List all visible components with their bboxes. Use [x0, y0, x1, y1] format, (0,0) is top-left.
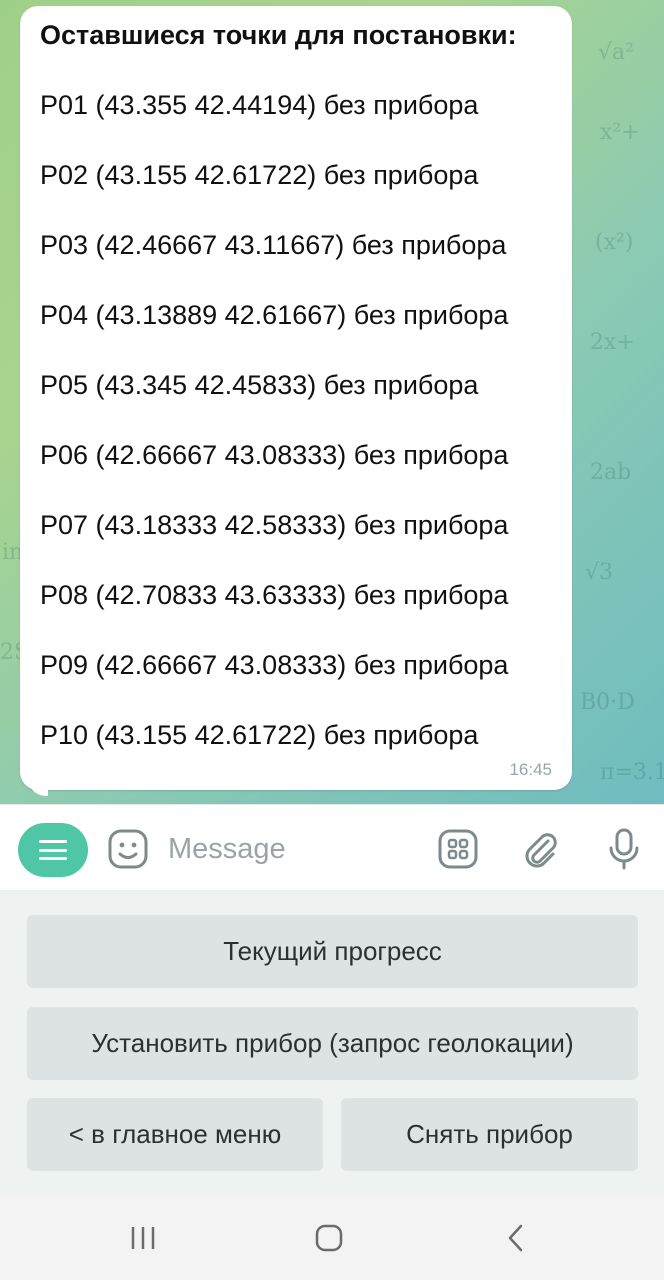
wallpaper-doodle: √a² — [598, 40, 634, 65]
main-menu-button[interactable]: < в главное меню — [27, 1098, 323, 1171]
point-line: P06 (42.66667 43.08333) без прибора — [40, 440, 509, 470]
chat-background: √a² x²+ (x²) 2x+ 2ab √3 B0·D π=3.14 im 2… — [0, 0, 664, 804]
point-line: P04 (43.13889 42.61667) без прибора — [40, 300, 509, 330]
back-icon — [508, 1224, 523, 1252]
bot-keyboard: Текущий прогресс Установить прибор (запр… — [0, 890, 664, 1196]
wallpaper-doodle: 2ab — [590, 460, 632, 485]
bubble-tail — [28, 776, 48, 796]
wallpaper-doodle: B0·D — [580, 690, 635, 715]
wallpaper-doodle: 2x+ — [590, 330, 635, 355]
home-icon — [315, 1224, 343, 1252]
emoji-button[interactable] — [106, 827, 150, 871]
recents-button[interactable] — [123, 1218, 163, 1258]
point-line: P08 (42.70833 43.63333) без прибора — [40, 580, 509, 610]
menu-icon — [39, 840, 67, 860]
message-input[interactable] — [168, 829, 418, 869]
message-time: 16:45 — [509, 760, 552, 779]
wallpaper-doodle: (x²) — [595, 230, 634, 255]
apps-icon — [438, 829, 478, 869]
message-title: Оставшиеся точки для постановки: — [40, 20, 517, 50]
apps-button[interactable] — [436, 827, 480, 871]
progress-button[interactable]: Текущий прогресс — [27, 915, 638, 988]
attach-icon — [525, 833, 557, 868]
attach-button[interactable] — [518, 827, 562, 871]
wallpaper-doodle: π=3.14 — [600, 760, 664, 785]
voice-button[interactable] — [602, 827, 646, 871]
point-line: P01 (43.355 42.44194) без прибора — [40, 90, 479, 120]
point-line: P10 (43.155 42.61722) без прибора — [40, 720, 479, 750]
install-device-button[interactable]: Установить прибор (запрос геолокации) — [27, 1007, 638, 1080]
wallpaper-doodle: √3 — [585, 560, 614, 585]
point-line: P02 (43.155 42.61722) без прибора — [40, 160, 479, 190]
remove-device-button[interactable]: Снять прибор — [341, 1098, 638, 1171]
mic-icon — [609, 828, 639, 870]
back-button[interactable] — [496, 1218, 536, 1258]
system-nav-bar — [0, 1196, 664, 1280]
message-input-bar — [0, 804, 664, 890]
point-line: P03 (42.46667 43.11667) без прибора — [40, 230, 507, 260]
recents-icon — [131, 1227, 155, 1249]
wallpaper-doodle: x²+ — [600, 120, 640, 145]
message-bubble: Оставшиеся точки для постановки: P01 (43… — [20, 6, 572, 796]
point-line: P07 (43.18333 42.58333) без прибора — [40, 510, 509, 540]
point-line: P09 (42.66667 43.08333) без прибора — [40, 650, 509, 680]
home-button[interactable] — [309, 1218, 349, 1258]
bot-menu-button[interactable] — [18, 823, 88, 877]
emoji-icon — [108, 829, 148, 869]
point-line: P05 (43.345 42.45833) без прибора — [40, 370, 479, 400]
